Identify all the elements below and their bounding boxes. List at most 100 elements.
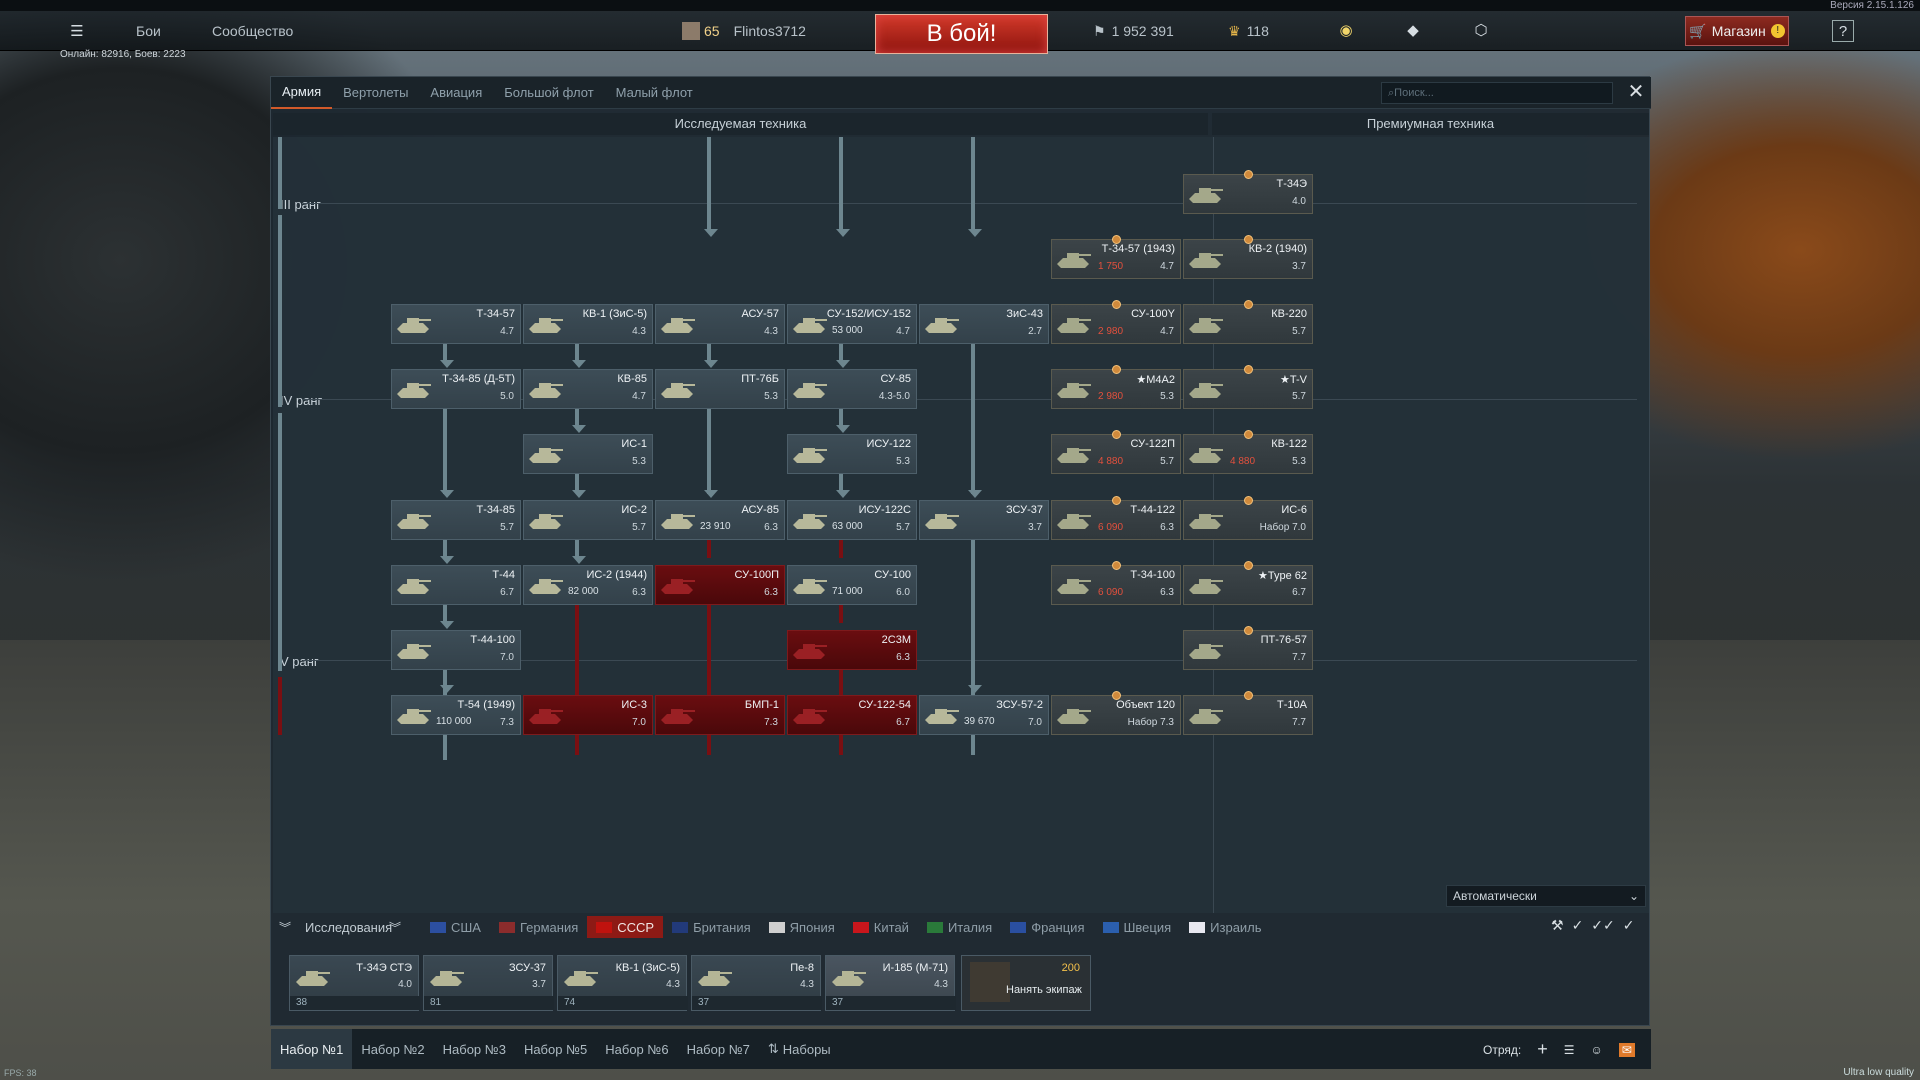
vehicle-card[interactable]: АСУ-57 4.3 xyxy=(655,304,785,344)
battles-menu[interactable]: Бои xyxy=(136,11,161,51)
vehicle-card[interactable]: ИС-1 5.3 xyxy=(523,434,653,474)
vehicle-card[interactable]: ЗСУ-37 3.7 xyxy=(919,500,1049,540)
vehicle-name: АСУ-57 xyxy=(741,308,779,320)
vehicle-card[interactable]: Т-54 (1949) 110 000 7.3 xyxy=(391,695,521,735)
wrench-icon[interactable]: ⚒ xyxy=(1551,917,1564,934)
preset-tab[interactable]: Набор №2 xyxy=(352,1029,433,1069)
shop-button[interactable]: 🛒 Магазин! xyxy=(1685,16,1789,46)
nation-tab[interactable]: Швеция xyxy=(1094,916,1181,938)
list-icon[interactable]: ☰ xyxy=(1564,1043,1575,1057)
plus-icon[interactable]: + xyxy=(1537,1039,1548,1060)
crew-slot[interactable]: Т-34Э СТЭ 4.0 38 xyxy=(289,955,420,1011)
vehicle-card[interactable]: ЗСУ-57-2 39 670 7.0 xyxy=(919,695,1049,735)
premium-vehicle-card[interactable]: КВ-2 (1940) 3.7 xyxy=(1183,235,1313,279)
vehicle-card[interactable]: Т-34-57 4.7 xyxy=(391,304,521,344)
help-icon[interactable]: ? xyxy=(1832,20,1854,42)
double-check-icon[interactable]: ✓✓ xyxy=(1591,917,1614,934)
preset-tab[interactable]: Набор №6 xyxy=(596,1029,677,1069)
presets-menu[interactable]: ⇅ Наборы xyxy=(759,1029,840,1069)
tab-helicopters[interactable]: Вертолеты xyxy=(332,77,419,109)
battle-rating: 3.7 xyxy=(1292,261,1306,272)
preset-tab[interactable]: Набор №5 xyxy=(515,1029,596,1069)
preset-tab[interactable]: Набор №3 xyxy=(434,1029,515,1069)
to-battle-button[interactable]: В бой! xyxy=(875,14,1048,54)
tech-tree[interactable]: III ранг IV ранг V ранг Т-34-57 4.7 КВ-1 (… xyxy=(273,137,1649,913)
tab-coastal-fleet[interactable]: Малый флот xyxy=(605,77,704,109)
nation-tab[interactable]: Япония xyxy=(760,916,844,938)
check-icon[interactable]: ✓ xyxy=(1623,917,1635,934)
vehicle-card[interactable]: Т-34-85 (Д-5Т) 5.0 xyxy=(391,369,521,409)
vehicle-name: Т-10А xyxy=(1277,699,1307,711)
premium-vehicle-card[interactable]: КВ-122 4 880 5.3 xyxy=(1183,430,1313,474)
premium-vehicle-card[interactable]: ★Type 62 6.7 xyxy=(1183,561,1313,605)
vehicle-card[interactable]: Т-34-85 5.7 xyxy=(391,500,521,540)
nation-tab[interactable]: США xyxy=(421,916,490,938)
vehicle-card[interactable]: Т-44-100 7.0 xyxy=(391,630,521,670)
tab-army[interactable]: Армия xyxy=(271,77,333,109)
search-input[interactable]: ⌕Поиск... xyxy=(1381,82,1613,104)
premium-vehicle-card[interactable]: Т-10А 7.7 xyxy=(1183,691,1313,735)
player-info[interactable]: 65 Flintos3712 xyxy=(682,11,806,51)
premium-vehicle-card[interactable]: Объект 120 Набор 7.3 xyxy=(1051,691,1181,735)
vehicle-card[interactable]: 2С3М 6.3 xyxy=(787,630,917,670)
nation-tab[interactable]: Британия xyxy=(663,916,760,938)
nation-tab[interactable]: Италия xyxy=(918,916,1001,938)
preset-tab[interactable]: Набор №7 xyxy=(678,1029,759,1069)
premium-vehicle-card[interactable]: СУ-122П 4 880 5.7 xyxy=(1051,430,1181,474)
vehicle-card[interactable]: СУ-100П 6.3 xyxy=(655,565,785,605)
crew-slot[interactable]: Пе-8 4.3 37 xyxy=(691,955,822,1011)
vehicle-card[interactable]: АСУ-85 23 910 6.3 xyxy=(655,500,785,540)
premium-vehicle-card[interactable]: Т-34-100 6 090 6.3 xyxy=(1051,561,1181,605)
crew-slot[interactable]: КВ-1 (ЗиС-5) 4.3 74 xyxy=(557,955,688,1011)
boosters-icon[interactable]: ⬡ xyxy=(1470,20,1492,42)
vehicle-card[interactable]: Т-44 6.7 xyxy=(391,565,521,605)
nation-tab[interactable]: Китай xyxy=(844,916,918,938)
crew-slot[interactable]: ЗСУ-37 3.7 81 xyxy=(423,955,554,1011)
premium-vehicle-card[interactable]: Т-34Э 4.0 xyxy=(1183,170,1313,214)
crew-slot[interactable]: И-185 (М-71) 4.3 37 xyxy=(825,955,956,1011)
mail-icon[interactable]: ✉ xyxy=(1618,1042,1635,1057)
nation-tab[interactable]: Франция xyxy=(1001,916,1093,938)
auto-select-dropdown[interactable]: Автоматически ⌄ xyxy=(1446,885,1646,907)
community-menu[interactable]: Сообщество xyxy=(212,11,293,51)
friends-icon[interactable]: ☺ xyxy=(1590,1043,1602,1057)
lightbulb-icon[interactable]: ◉ xyxy=(1335,20,1357,42)
vehicle-card[interactable]: СУ-122-54 6.7 xyxy=(787,695,917,735)
vehicle-card[interactable]: БМП-1 7.3 xyxy=(655,695,785,735)
premium-vehicle-card[interactable]: КВ-220 5.7 xyxy=(1183,300,1313,344)
nation-tab[interactable]: Германия xyxy=(490,916,587,938)
vehicle-card[interactable]: ПТ-76Б 5.3 xyxy=(655,369,785,409)
vehicle-card[interactable]: ИСУ-122С 63 000 5.7 xyxy=(787,500,917,540)
premium-vehicle-card[interactable]: ИС-6 Набор 7.0 xyxy=(1183,496,1313,540)
vehicle-card[interactable]: СУ-85 4.3-5.0 xyxy=(787,369,917,409)
vehicle-card[interactable]: ИСУ-122 5.3 xyxy=(787,434,917,474)
tank-icon xyxy=(1187,376,1225,402)
tank-unlock-icon[interactable]: ◆ xyxy=(1402,20,1424,42)
battle-rating: 4.7 xyxy=(500,326,514,337)
premium-vehicle-card[interactable]: Т-44-122 6 090 6.3 xyxy=(1051,496,1181,540)
hire-crew-button[interactable]: 200 Нанять экипаж xyxy=(961,955,1091,1011)
vehicle-card[interactable]: ИС-3 7.0 xyxy=(523,695,653,735)
vehicle-card[interactable]: СУ-152/ИСУ-152 53 000 4.7 xyxy=(787,304,917,344)
nation-tab[interactable]: Израиль xyxy=(1180,916,1270,938)
menu-icon[interactable]: ☰ xyxy=(66,21,88,43)
vehicle-card[interactable]: СУ-100 71 000 6.0 xyxy=(787,565,917,605)
premium-vehicle-card[interactable]: Т-34-57 (1943) 1 750 4.7 xyxy=(1051,235,1181,279)
vehicle-card[interactable]: ЗиС-43 2.7 xyxy=(919,304,1049,344)
vehicle-card[interactable]: ИС-2 5.7 xyxy=(523,500,653,540)
premium-vehicle-card[interactable]: ПТ-76-57 7.7 xyxy=(1183,626,1313,670)
nation-tab[interactable]: СССР xyxy=(587,916,664,938)
premium-vehicle-card[interactable]: СУ-100Y 2 980 4.7 xyxy=(1051,300,1181,344)
tab-bluewater-fleet[interactable]: Большой флот xyxy=(493,77,604,109)
vehicle-card[interactable]: КВ-85 4.7 xyxy=(523,369,653,409)
preset-tab[interactable]: Набор №1 xyxy=(271,1029,353,1069)
vehicle-card[interactable]: КВ-1 (ЗиС-5) 4.3 xyxy=(523,304,653,344)
vehicle-name: Т-44-122 xyxy=(1130,504,1175,516)
tab-aviation[interactable]: Авиация xyxy=(419,77,493,109)
rank-4-label: IV ранг xyxy=(280,393,323,408)
vehicle-card[interactable]: ИС-2 (1944) 82 000 6.3 xyxy=(523,565,653,605)
check-icon[interactable]: ✓ xyxy=(1572,917,1584,934)
premium-vehicle-card[interactable]: ★T-V 5.7 xyxy=(1183,365,1313,409)
close-icon[interactable]: ✕ xyxy=(1625,81,1647,103)
premium-vehicle-card[interactable]: ★M4A2 2 980 5.3 xyxy=(1051,365,1181,409)
